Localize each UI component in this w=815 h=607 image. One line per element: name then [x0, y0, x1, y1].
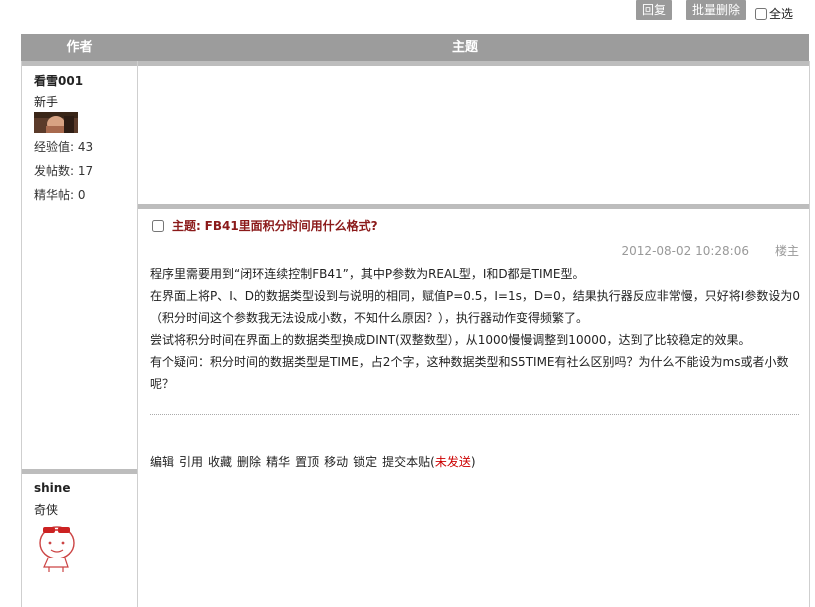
lock-link[interactable]: 锁定: [353, 455, 377, 469]
select-all-label: 全选: [769, 7, 794, 21]
avatar[interactable]: [34, 112, 78, 133]
author-strip: [22, 61, 137, 66]
author-digest-count: 精华帖: 0: [34, 188, 86, 202]
author-rank: 奇侠: [34, 503, 59, 517]
batch-delete-button[interactable]: 批量删除: [686, 0, 747, 20]
post: 主题: FB41里面积分时间用什么格式? 2012-08-02 10:28:06…: [138, 208, 809, 470]
select-all[interactable]: 全选: [755, 5, 793, 22]
author-column: 看雪001 新手 经验值: 43 发帖数: 17 精华帖: 0 shine 奇侠: [22, 61, 138, 607]
post-paragraph: 有个疑问：积分时间的数据类型是TIME，占2个字，这种数据类型和S5TIME有社…: [150, 355, 789, 391]
post-actions: 编辑 引用 收藏 删除 精华 置顶 移动 锁定 提交本贴(未发送): [150, 453, 481, 470]
edit-link[interactable]: 编辑: [150, 455, 174, 469]
delete-link[interactable]: 删除: [237, 455, 261, 469]
move-link[interactable]: 移动: [324, 455, 348, 469]
post-body: 程序里需要用到“闭环连续控制FB41”，其中P参数为REAL型，I和D都是TIM…: [150, 263, 800, 395]
author-post-count: 发帖数: 17: [34, 164, 94, 178]
author-rank: 新手: [34, 95, 59, 109]
close-paren: ): [470, 455, 476, 469]
post-strip: [138, 61, 809, 66]
topic-column-header: 主题: [451, 40, 478, 55]
post-floor[interactable]: 楼主: [775, 244, 799, 258]
author-name[interactable]: 看雪001: [34, 72, 83, 89]
table-header: 作者 主题: [21, 34, 809, 61]
favorite-link[interactable]: 收藏: [208, 455, 232, 469]
submit-post-link[interactable]: 提交本贴(: [382, 455, 435, 469]
author-column-header: 作者: [66, 40, 93, 55]
author-name[interactable]: shine: [34, 481, 70, 495]
subject-label: 主题:: [172, 219, 201, 233]
quote-link[interactable]: 引用: [179, 455, 203, 469]
post-subject: 主题: FB41里面积分时间用什么格式?: [152, 217, 378, 234]
top-toolbar: 回复 批量删除 全选: [0, 0, 815, 30]
author-experience: 经验值: 43: [34, 140, 94, 154]
post-divider: [150, 414, 799, 415]
post-meta: 2012-08-02 10:28:06 楼主: [596, 242, 799, 259]
post-select-checkbox[interactable]: [152, 220, 164, 232]
author-strip: [22, 469, 137, 474]
thread-frame: 看雪001 新手 经验值: 43 发帖数: 17 精华帖: 0 shine 奇侠: [21, 61, 810, 607]
pin-link[interactable]: 置顶: [295, 455, 319, 469]
post-paragraph: 尝试将积分时间在界面上的数据类型换成DINT(双整数型），从1000慢慢调整到1…: [150, 333, 751, 347]
avatar[interactable]: [34, 517, 82, 573]
select-all-checkbox[interactable]: [755, 8, 767, 20]
post-date: 2012-08-02 10:28:06: [621, 244, 749, 258]
reply-button[interactable]: 回复: [636, 0, 673, 20]
unsent-status[interactable]: 未发送: [435, 455, 471, 469]
post-paragraph: 程序里需要用到“闭环连续控制FB41”，其中P参数为REAL型，I和D都是TIM…: [150, 267, 585, 281]
subject-title: FB41里面积分时间用什么格式?: [204, 219, 378, 233]
digest-link[interactable]: 精华: [266, 455, 290, 469]
post-paragraph: 在界面上将P、I、D的数据类型设到与说明的相同，赋值P=0.5，I=1s，D=0…: [150, 289, 800, 325]
